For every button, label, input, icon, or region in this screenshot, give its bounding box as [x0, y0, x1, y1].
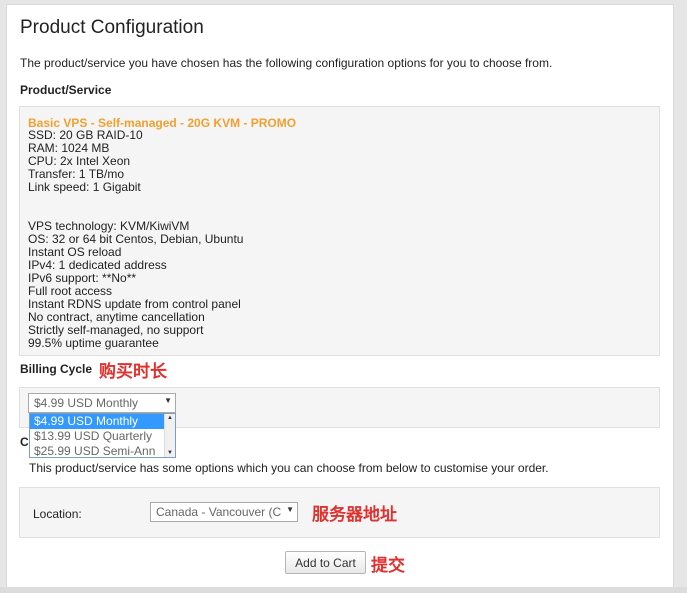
dropdown-arrow-icon: ▼ [286, 505, 294, 514]
billing-option-quarterly[interactable]: $13.99 USD Quarterly [30, 429, 175, 444]
product-configuration-panel: Product Configuration The product/servic… [6, 4, 674, 590]
add-to-cart-button[interactable]: Add to Cart [285, 551, 366, 574]
billing-option-monthly[interactable]: $4.99 USD Monthly [30, 414, 175, 429]
submit-annotation: 提交 [371, 556, 405, 576]
configurable-options-box: Location: Canada - Vancouver (C ▼ 服务器地址 [19, 487, 660, 538]
billing-cycle-label: Billing Cycle [20, 362, 93, 376]
location-annotation: 服务器地址 [312, 505, 397, 525]
billing-annotation: 购买时长 [99, 362, 167, 382]
location-select[interactable]: Canada - Vancouver (C ▼ [150, 502, 298, 522]
billing-option-semi-annual[interactable]: $25.99 USD Semi-Ann [30, 444, 175, 457]
billing-cycle-dropdown-list[interactable]: $4.99 USD Monthly $13.99 USD Quarterly $… [29, 413, 176, 458]
page-title: Product Configuration [20, 17, 204, 38]
dropdown-scrollbar[interactable]: ▲ ▼ [164, 414, 175, 457]
billing-cycle-select[interactable]: $4.99 USD Monthly ▼ [28, 393, 176, 413]
scroll-up-icon[interactable]: ▲ [167, 415, 173, 421]
config-options-description: This product/service has some options wh… [29, 461, 549, 475]
product-section-label: Product/Service [20, 83, 112, 97]
spec-line: Link speed: 1 Gigabit [28, 180, 141, 194]
product-description-box: Basic VPS - Self-managed - 20G KVM - PRO… [19, 106, 660, 356]
location-selected-value: Canada - Vancouver (C [156, 505, 282, 519]
bottom-strip [0, 587, 687, 593]
dropdown-arrow-icon: ▼ [164, 396, 172, 405]
location-label: Location: [33, 507, 82, 521]
billing-selected-value: $4.99 USD Monthly [34, 396, 139, 410]
scroll-down-icon[interactable]: ▼ [167, 450, 173, 456]
intro-text: The product/service you have chosen has … [20, 56, 553, 70]
feature-line: 99.5% uptime guarantee [28, 336, 159, 350]
configurable-options-label: C [20, 435, 29, 449]
